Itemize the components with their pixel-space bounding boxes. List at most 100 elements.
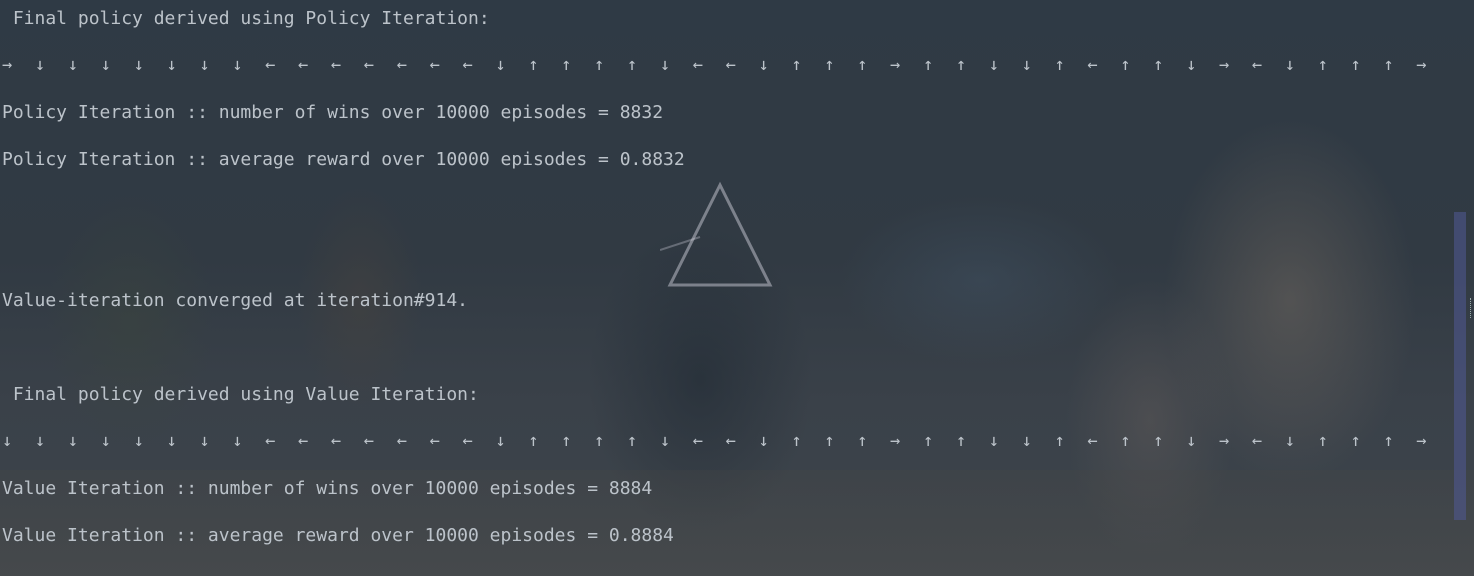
policy-arrow: ↓	[133, 55, 144, 75]
policy-arrow: ←	[265, 55, 276, 75]
value-iteration-wins: Value Iteration :: number of wins over 1…	[2, 478, 653, 499]
policy-arrow: ←	[330, 55, 342, 75]
policy-arrow: ↓	[67, 431, 79, 451]
policy-iteration-wins: Policy Iteration :: number of wins over …	[2, 102, 664, 123]
policy-arrow: ↓	[495, 55, 506, 75]
policy-arrow: ↓	[232, 431, 243, 451]
policy-arrow: →	[890, 431, 901, 451]
policy-arrow: ↓	[659, 431, 671, 451]
policy-arrow: ↑	[1317, 55, 1328, 75]
policy-arrow: ↑	[1383, 431, 1394, 451]
policy-iteration-reward: Policy Iteration :: average reward over …	[2, 149, 685, 170]
policy-arrow: ↑	[955, 55, 967, 75]
policy-arrow: ↑	[1153, 55, 1164, 75]
policy-arrow: ↓	[1284, 55, 1295, 75]
policy-arrow: ↑	[528, 55, 539, 75]
policy-arrow: ↑	[594, 55, 605, 75]
policy-arrow: ←	[1251, 431, 1263, 451]
policy-arrow: ↓	[1021, 55, 1032, 75]
policy-arrow: ←	[363, 431, 375, 451]
policy-arrow: ↑	[561, 55, 572, 75]
policy-arrow: ←	[429, 431, 440, 451]
policy-arrow: ↑	[955, 431, 967, 451]
policy-arrow: ↑	[857, 55, 868, 75]
policy-arrow: ←	[1251, 55, 1263, 75]
policy-arrow: ↑	[1054, 55, 1065, 75]
policy-arrow: ↓	[1186, 55, 1197, 75]
policy-arrow: ↑	[594, 431, 605, 451]
policy-arrow: ↑	[1120, 431, 1131, 451]
policy-arrow: →	[2, 55, 13, 75]
policy-arrow: ←	[363, 55, 375, 75]
policy-arrow: ↓	[133, 431, 144, 451]
policy-arrow: ↑	[791, 431, 802, 451]
policy-iteration-arrows: → ↓ ↓ ↓ ↓ ↓ ↓ ↓ ← ← ← ← ← ← ← ↓ ↑ ↑ ↑ ↑ ↓ ← ← ↓ ↑ ↑ ↑ → ↑ ↑ ↓ ↓ ↑ ← ↑ ↑ ↓ → ← ↓…	[2, 54, 1449, 76]
policy-arrow: ↓	[67, 55, 79, 75]
policy-arrow: ←	[396, 55, 407, 75]
policy-arrow: ↑	[1350, 55, 1361, 75]
policy-arrow: ↑	[528, 431, 539, 451]
policy-arrow: ↓	[758, 55, 769, 75]
policy-arrow: ↑	[1383, 55, 1394, 75]
policy-arrow: ←	[330, 431, 342, 451]
policy-arrow: ←	[298, 55, 309, 75]
policy-arrow: ↓	[34, 431, 46, 451]
policy-arrow: ↑	[626, 55, 638, 75]
policy-arrow: ↓	[2, 431, 13, 451]
policy-arrow: ↑	[922, 55, 934, 75]
policy-arrow: →	[1416, 55, 1427, 75]
policy-arrow: ←	[396, 431, 407, 451]
policy-arrow: ↑	[561, 431, 572, 451]
policy-arrow: ↑	[1350, 431, 1361, 451]
value-iteration-reward: Value Iteration :: average reward over 1…	[2, 525, 674, 546]
vertical-scrollbar[interactable]	[1454, 0, 1466, 576]
policy-arrow: →	[890, 55, 901, 75]
policy-arrow: ↑	[791, 55, 802, 75]
policy-arrow: ←	[692, 55, 703, 75]
policy-arrow: ↓	[1284, 431, 1295, 451]
policy-arrow: ←	[298, 431, 309, 451]
policy-arrow: ↓	[100, 431, 111, 451]
value-iteration-arrows: ↓ ↓ ↓ ↓ ↓ ↓ ↓ ↓ ← ← ← ← ← ← ← ↓ ↑ ↑ ↑ ↑ ↓ ← ← ↓ ↑ ↑ ↑ → ↑ ↑ ↓ ↓ ↑ ← ↑ ↑ ↓ → ← ↓…	[2, 430, 1449, 452]
policy-arrow: ←	[265, 431, 276, 451]
policy-arrow: ↑	[857, 431, 868, 451]
policy-arrow: ↓	[988, 431, 999, 451]
policy-arrow: ↓	[758, 431, 769, 451]
policy-arrow: ↑	[1120, 55, 1131, 75]
policy-arrow: ↓	[166, 55, 177, 75]
policy-arrow: ↓	[199, 55, 210, 75]
scrollbar-thumb[interactable]	[1454, 212, 1466, 520]
policy-arrow: ←	[1087, 431, 1098, 451]
policy-arrow: ←	[692, 431, 703, 451]
policy-arrow: ←	[725, 431, 736, 451]
policy-arrow: ↑	[824, 431, 835, 451]
policy-arrow: ←	[429, 55, 440, 75]
policy-arrow: ←	[725, 55, 736, 75]
policy-arrow: ←	[1087, 55, 1098, 75]
policy-arrow: ↓	[166, 431, 177, 451]
policy-arrow: ↓	[495, 431, 506, 451]
policy-arrow: ↑	[626, 431, 638, 451]
policy-arrow: ↓	[100, 55, 111, 75]
value-iteration-converged: Value-iteration converged at iteration#9…	[2, 290, 468, 311]
policy-arrow: ↓	[199, 431, 210, 451]
policy-arrow: ↓	[1021, 431, 1032, 451]
policy-arrow: ←	[462, 431, 473, 451]
policy-arrow: ↑	[1054, 431, 1065, 451]
policy-arrow: ↓	[232, 55, 243, 75]
resize-grip[interactable]	[1470, 298, 1474, 318]
policy-iteration-header: Final policy derived using Policy Iterat…	[2, 8, 490, 29]
policy-arrow: ↓	[1186, 431, 1197, 451]
policy-arrow: ↑	[1317, 431, 1328, 451]
policy-arrow: ←	[462, 55, 473, 75]
policy-arrow: ↓	[34, 55, 46, 75]
policy-arrow: →	[1416, 431, 1427, 451]
policy-arrow: ↑	[824, 55, 835, 75]
policy-arrow: ↑	[1153, 431, 1164, 451]
policy-arrow: ↑	[922, 431, 934, 451]
value-iteration-header: Final policy derived using Value Iterati…	[2, 384, 479, 405]
policy-arrow: ↓	[659, 55, 671, 75]
policy-arrow: →	[1218, 431, 1230, 451]
console-output: Final policy derived using Policy Iterat…	[0, 0, 1450, 576]
policy-arrow: →	[1218, 55, 1230, 75]
